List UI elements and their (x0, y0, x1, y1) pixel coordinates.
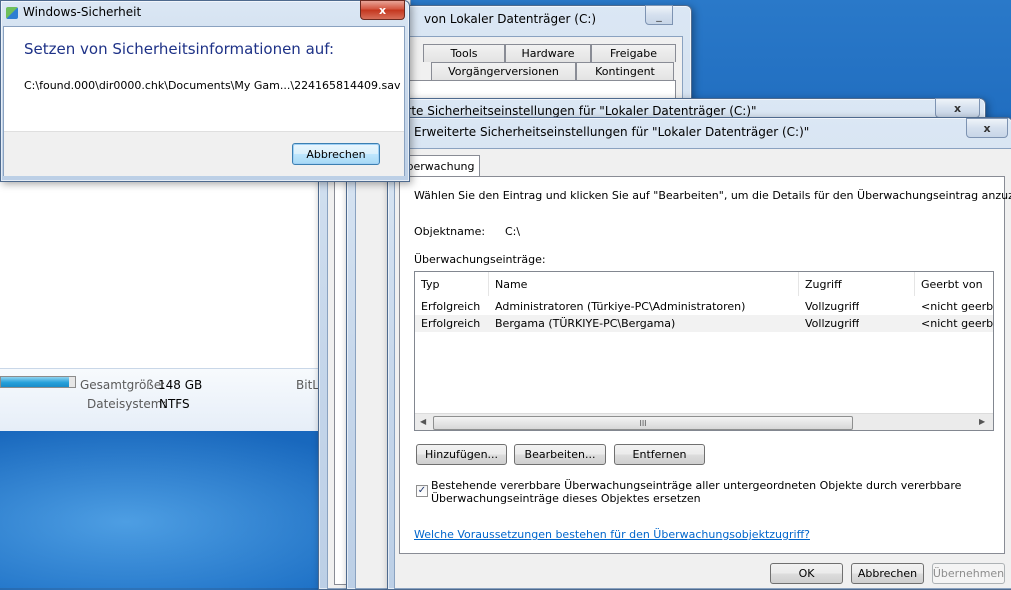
remove-button-label: Entfernen (632, 448, 687, 461)
tab-kontingent-label: Kontingent (595, 65, 655, 78)
edit-button-label: Bearbeiten... (524, 448, 596, 461)
tab-vorgaengerversionen-label: Vorgängerversionen (448, 65, 559, 78)
security-dialog-heading: Setzen von Sicherheitsinformationen auf: (24, 40, 335, 58)
tab-freigabe[interactable]: Freigabe (591, 44, 676, 62)
instruction-text: Wählen Sie den Eintrag und klicken Sie a… (414, 189, 1011, 202)
edit-button[interactable]: Bearbeiten... (514, 444, 606, 465)
advanced-client: Überwachung Wählen Sie den Eintrag und k… (393, 148, 1011, 589)
filesystem-value: NTFS (159, 397, 190, 411)
horizontal-scrollbar[interactable]: ◀ III ▶ (415, 413, 993, 430)
apply-button-label: Übernehmen (932, 567, 1005, 580)
security-dialog-app-icon (6, 7, 18, 19)
audit-entries-list[interactable]: Typ Name Zugriff Geerbt von Erfolgreich … (414, 271, 994, 431)
close-icon: x (378, 3, 387, 17)
row-geerbt-von: <nicht geerbt> (921, 300, 993, 313)
replace-entries-checkbox[interactable]: ✓ (416, 485, 428, 497)
advanced-close-button[interactable]: x (966, 118, 1008, 138)
column-header-typ-label: Typ (421, 277, 440, 291)
object-name-label: Objektname: (414, 225, 486, 238)
row-typ: Erfolgreich (421, 300, 481, 313)
tab-tools[interactable]: Tools (423, 44, 505, 62)
security-dialog-close-button[interactable]: x (360, 0, 405, 20)
scroll-grip-icon: III (639, 418, 647, 428)
row-typ: Erfolgreich (421, 317, 481, 330)
object-name-value: C:\ (505, 225, 521, 238)
advanced-window-title: Erweiterte Sicherheitseinstellungen für … (414, 125, 810, 139)
scrollbar-thumb[interactable]: III (433, 416, 853, 430)
disk-usage-bar (0, 376, 76, 388)
security-dialog-cancel-label: Abbrechen (306, 147, 366, 161)
add-button-label: Hinzufügen... (424, 448, 499, 461)
help-link[interactable]: Welche Voraussetzungen bestehen für den … (414, 528, 810, 541)
filesystem-label: Dateisystem: (87, 397, 167, 411)
total-size-label: Gesamtgröße: (80, 378, 166, 392)
row-name: Bergama (TÜRKIYE-PC\Bergama) (495, 317, 676, 330)
row-zugriff: Vollzugriff (805, 317, 860, 330)
column-header-zugriff-label: Zugriff (805, 277, 842, 291)
properties-window-title: von Lokaler Datenträger (C:) (424, 12, 597, 26)
add-button[interactable]: Hinzufügen... (416, 444, 507, 465)
security-dialog-path: C:\found.000\dir0000.chk\Documents\My Ga… (24, 79, 401, 92)
properties-minimize-button[interactable]: _ (645, 5, 673, 25)
column-header-name-label: Name (495, 277, 528, 291)
column-header-name[interactable]: Name (489, 272, 799, 296)
column-header-typ[interactable]: Typ (415, 272, 489, 296)
cancel-button-label: Abbrechen (857, 567, 918, 580)
replace-entries-label-line1: Bestehende vererbbare Überwachungseinträ… (431, 479, 962, 492)
replace-entries-label-line2: Überwachungseinträge dieses Objektes ers… (431, 492, 701, 505)
checkmark-icon: ✓ (417, 485, 427, 496)
apply-button[interactable]: Übernehmen (932, 563, 1005, 584)
security-dialog-title: Windows-Sicherheit (23, 5, 142, 19)
ueberwachung-panel: Wählen Sie den Eintrag und klicken Sie a… (399, 176, 1011, 554)
tab-tools-label: Tools (450, 47, 478, 60)
advanced-behind-title: erte Sicherheitseinstellungen für "Lokal… (399, 104, 757, 118)
cancel-button[interactable]: Abbrechen (851, 563, 924, 584)
advanced-security-window: Erweiterte Sicherheitseinstellungen für … (387, 117, 1011, 590)
total-size-value: 148 GB (158, 378, 203, 392)
close-icon: x (953, 101, 962, 115)
tab-freigabe-label: Freigabe (609, 47, 658, 60)
scroll-left-icon[interactable]: ◀ (420, 417, 426, 426)
entries-label: Überwachungseinträge: (414, 253, 546, 266)
tab-kontingent[interactable]: Kontingent (576, 62, 674, 80)
tab-hardware-label: Hardware (521, 47, 575, 60)
close-icon: x (983, 121, 991, 135)
table-row[interactable]: Erfolgreich Administratoren (Türkiye-PC\… (415, 298, 993, 315)
table-row[interactable]: Erfolgreich Bergama (TÜRKIYE-PC\Bergama)… (415, 315, 993, 332)
column-header-geerbt-von[interactable]: Geerbt von (915, 272, 993, 296)
column-header-geerbt-von-label: Geerbt von (921, 277, 983, 291)
security-dialog-cancel-button[interactable]: Abbrechen (292, 143, 380, 165)
security-dialog-client: Setzen von Sicherheitsinformationen auf:… (3, 26, 405, 176)
minimize-icon: _ (656, 8, 662, 22)
ok-button-label: OK (798, 567, 815, 580)
advanced-behind-close-button[interactable]: x (935, 98, 980, 118)
tab-vorgaengerversionen[interactable]: Vorgängerversionen (431, 62, 576, 80)
row-name: Administratoren (Türkiye-PC\Administrato… (495, 300, 746, 313)
column-header-zugriff[interactable]: Zugriff (799, 272, 915, 296)
disk-usage-fill (1, 377, 70, 387)
row-zugriff: Vollzugriff (805, 300, 860, 313)
row-geerbt-von: <nicht geerbt> (921, 317, 993, 330)
windows-security-dialog: Windows-Sicherheit x Setzen von Sicherhe… (0, 0, 410, 182)
ok-button[interactable]: OK (770, 563, 843, 584)
tab-hardware[interactable]: Hardware (505, 44, 591, 62)
remove-button[interactable]: Entfernen (614, 444, 705, 465)
bitlocker-label: BitL (296, 378, 319, 392)
scroll-right-icon[interactable]: ▶ (979, 417, 985, 426)
